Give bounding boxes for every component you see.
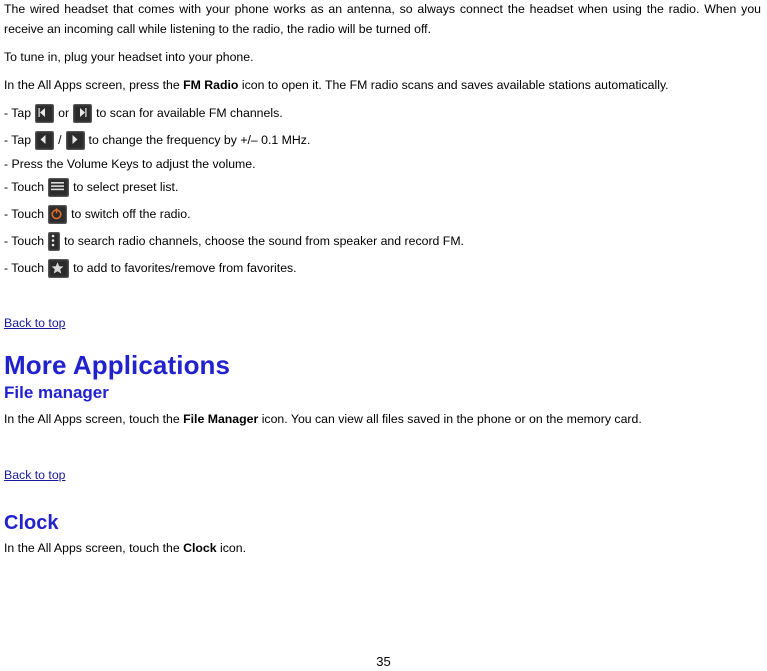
heading-more-applications: More Applications	[4, 349, 231, 380]
bullet-preset-suffix: to select preset list.	[73, 180, 179, 195]
bullet-tune-suffix: to change the frequency by +/– 0.1 MHz.	[88, 132, 311, 147]
bullet-scan-mid: or	[58, 105, 70, 120]
bullet-search-channels: - Touch to search radio channels, choose…	[4, 231, 761, 251]
bullet-tune-prefix: - Tap	[4, 132, 32, 147]
bullet-favorite-suffix: to add to favorites/remove from favorite…	[73, 261, 297, 276]
bullet-preset-list: - Touch to select preset list.	[4, 177, 761, 197]
clock-bold-text: Clock	[183, 540, 217, 555]
heading-file-manager: File manager	[4, 382, 109, 402]
bullet-more-suffix: to search radio channels, choose the sou…	[64, 234, 464, 249]
spacer-before-link-1	[4, 286, 761, 314]
bullet-power-prefix: - Touch	[4, 207, 45, 222]
bullet-scan-prefix: - Tap	[4, 105, 32, 120]
heading-clock: Clock	[4, 511, 59, 534]
spacer-before-more-apps	[4, 332, 761, 350]
file-manager-post-text: icon. You can view all files saved in th…	[258, 411, 642, 426]
back-to-top-link-2[interactable]: Back to top	[4, 468, 66, 482]
bullet-preset-prefix: - Touch	[4, 180, 45, 195]
preset-list-icon[interactable]	[48, 177, 70, 197]
file-manager-pre-text: In the All Apps screen, touch the	[4, 411, 184, 426]
paragraph-all-apps: In the All Apps screen, press the FM Rad…	[4, 76, 761, 96]
bullet-favorite-prefix: - Touch	[4, 261, 45, 276]
bullet-add-favorites: - Touch to add to favorites/remove from …	[4, 258, 761, 278]
more-options-icon[interactable]	[48, 231, 61, 251]
scan-left-icon[interactable]	[35, 103, 55, 123]
power-off-icon[interactable]	[48, 204, 68, 224]
bullet-more-prefix: - Touch	[4, 234, 45, 249]
all-apps-post-text: icon to open it. The FM radio scans and …	[238, 77, 669, 92]
paragraph-intro: The wired headset that comes with your p…	[4, 2, 761, 36]
bullet-scan-channels: - Tap or to scan for available FM channe…	[4, 103, 761, 123]
scan-right-icon[interactable]	[73, 103, 93, 123]
favorite-star-icon[interactable]	[48, 258, 70, 278]
bullet-switch-off-radio: - Touch to switch off the radio.	[4, 204, 761, 224]
spacer-before-clock	[4, 484, 761, 512]
document-page: The wired headset that comes with your p…	[0, 0, 767, 671]
paragraph-tune-in: To tune in, plug your headset into your …	[4, 49, 254, 64]
page-number: 35	[376, 654, 391, 669]
all-apps-pre-text: In the All Apps screen, press the	[4, 77, 184, 92]
clock-pre-text: In the All Apps screen, touch the	[4, 540, 184, 555]
tune-right-icon[interactable]	[65, 130, 85, 150]
bullet-scan-suffix: to scan for available FM channels.	[96, 105, 283, 120]
paragraph-clock: In the All Apps screen, touch the Clock …	[4, 539, 761, 559]
bullet-volume-text: - Press the Volume Keys to adjust the vo…	[4, 156, 256, 171]
clock-post-text: icon.	[216, 540, 247, 555]
file-manager-bold-text: File Manager	[183, 411, 259, 426]
bullet-change-frequency: - Tap / to change the frequency by +/– 0…	[4, 130, 761, 150]
bullet-power-suffix: to switch off the radio.	[71, 207, 191, 222]
bullet-tune-mid: /	[58, 132, 62, 147]
bullet-volume-keys: - Press the Volume Keys to adjust the vo…	[4, 156, 761, 171]
tune-left-icon[interactable]	[35, 130, 55, 150]
spacer-before-link-2	[4, 438, 761, 466]
back-to-top-link-1[interactable]: Back to top	[4, 316, 66, 330]
fm-radio-bold-text: FM Radio	[183, 77, 239, 92]
paragraph-file-manager: In the All Apps screen, touch the File M…	[4, 410, 761, 430]
